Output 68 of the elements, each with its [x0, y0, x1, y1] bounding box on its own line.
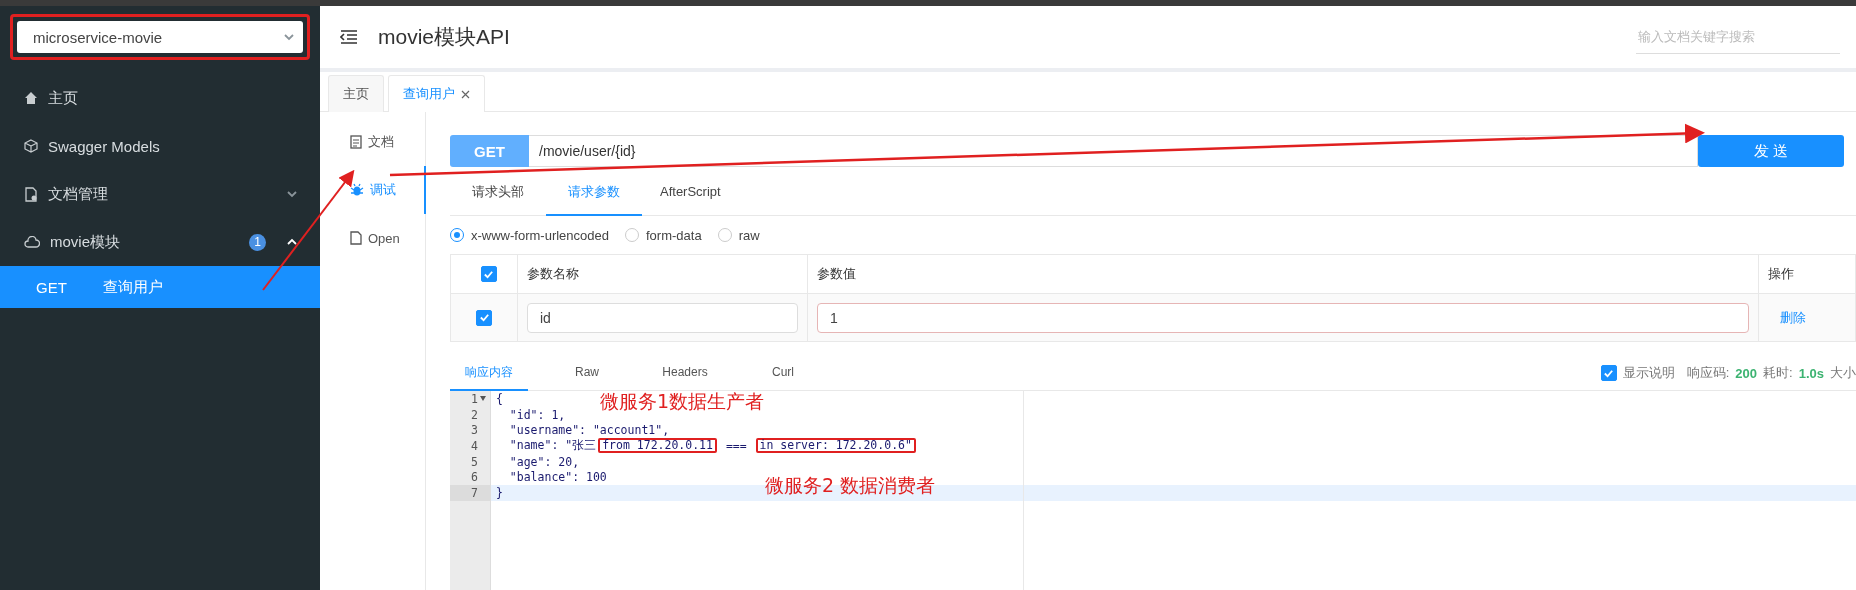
- document-icon: [24, 186, 38, 202]
- code-line: "balance": 100: [508, 469, 607, 486]
- method-label: GET: [450, 135, 529, 167]
- radio-label: x-www-form-urlencoded: [471, 227, 609, 243]
- menu-item[interactable]: Swagger Models: [0, 122, 320, 170]
- code-line: "username": "account1",: [508, 422, 670, 439]
- count-badge: 1: [249, 233, 266, 251]
- code-line: }: [495, 485, 503, 501]
- status-value: 200: [1735, 365, 1758, 381]
- file-icon: [350, 231, 362, 245]
- service-select[interactable]: microservice-movie: [17, 21, 303, 53]
- checkbox[interactable]: [480, 266, 497, 282]
- checkbox-label: 显示说明: [1622, 364, 1675, 382]
- code-line: {: [495, 391, 503, 407]
- check-icon: [1603, 367, 1615, 379]
- radio-label: raw: [738, 227, 760, 243]
- menu-label: Swagger Models: [48, 137, 161, 155]
- column-header: 参数名称: [527, 265, 579, 283]
- time-label: 耗时:: [1763, 364, 1793, 382]
- line-number: 3: [471, 423, 478, 438]
- status-label: 响应码:: [1686, 364, 1730, 382]
- side-tab[interactable]: Open: [320, 214, 426, 262]
- menu-item[interactable]: 文档管理: [0, 170, 320, 218]
- cloud-icon: [24, 236, 40, 248]
- annotation-text: 微服务1数据生产者: [600, 389, 765, 414]
- tab[interactable]: 主页: [328, 75, 384, 112]
- line-number: 5: [471, 454, 478, 469]
- checkbox[interactable]: [1600, 365, 1617, 381]
- code-line: "name": "张三 from 172.20.0.11 === in server: 172.20.0.6": [491, 438, 918, 454]
- column-header: 参数值: [817, 265, 856, 283]
- cube-icon: [24, 139, 38, 153]
- time-value: 1.0s: [1798, 365, 1824, 381]
- menu-item[interactable]: movie模块 1: [0, 218, 320, 266]
- document-icon: [350, 135, 362, 149]
- page-title: movie模块API: [378, 24, 511, 50]
- chevron-down-icon: [283, 31, 295, 43]
- tab[interactable]: 请求头部: [450, 169, 546, 216]
- menu-label: 文档管理: [48, 184, 109, 204]
- menu-icon[interactable]: [340, 30, 358, 44]
- side-tab[interactable]: 文档: [320, 118, 426, 166]
- line-number: 1: [471, 391, 478, 406]
- column-header: 操作: [1768, 265, 1794, 283]
- check-icon: [483, 268, 494, 280]
- fold-icon[interactable]: [480, 396, 486, 402]
- line-number: 6: [471, 470, 478, 485]
- menu-item[interactable]: 主页: [0, 74, 320, 122]
- tab[interactable]: Curl: [744, 355, 822, 391]
- menu-label: movie模块: [50, 232, 121, 252]
- input-field[interactable]: 1: [817, 302, 1749, 333]
- code-line: "id": 1,: [508, 406, 566, 423]
- annotation-text: 微服务2 数据消费者: [765, 473, 936, 498]
- tab[interactable]: Headers: [646, 355, 724, 391]
- line-number: 7: [471, 485, 478, 500]
- menu-label: 主页: [48, 88, 79, 108]
- line-number: 4: [471, 438, 478, 453]
- bug-icon: [350, 183, 364, 197]
- home-icon: [24, 91, 38, 105]
- size-label: 大小: [1830, 364, 1856, 382]
- line-number: 2: [471, 407, 478, 422]
- close-icon[interactable]: [461, 89, 470, 99]
- code-line: "age": 20,: [508, 453, 580, 470]
- url-field[interactable]: /movie/user/{id}: [529, 135, 1698, 167]
- radio-label: form-data: [646, 227, 702, 243]
- tab[interactable]: Raw: [548, 355, 626, 391]
- tab[interactable]: AfterScript: [642, 169, 739, 216]
- checkbox[interactable]: [476, 309, 492, 326]
- input-field[interactable]: id: [527, 302, 798, 333]
- check-icon: [478, 312, 490, 323]
